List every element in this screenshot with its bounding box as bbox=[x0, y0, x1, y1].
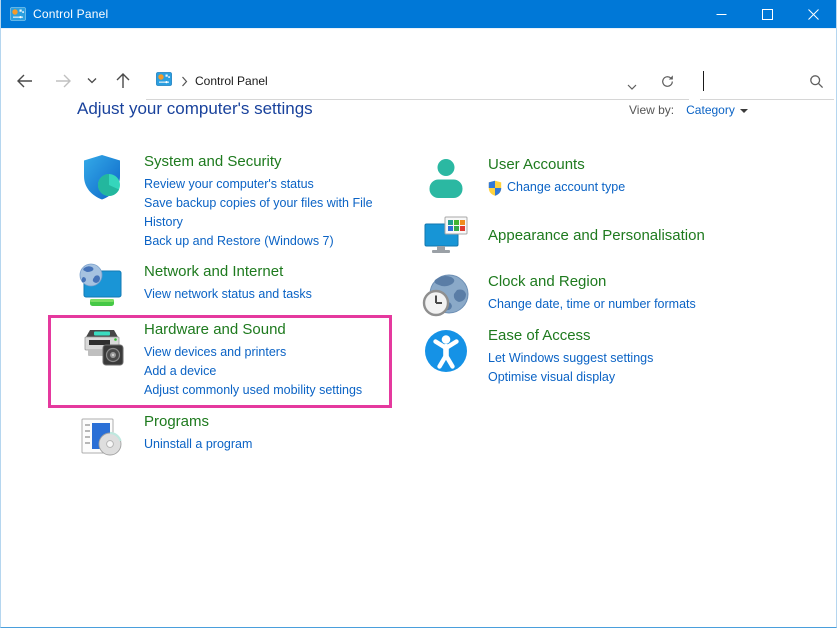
control-panel-icon bbox=[10, 6, 26, 22]
category-title[interactable]: Hardware and Sound bbox=[144, 320, 396, 340]
address-bar[interactable]: Control Panel bbox=[146, 63, 689, 100]
category-user-accounts[interactable]: User Accounts Change account type bbox=[421, 155, 778, 205]
view-by-value[interactable]: Category bbox=[686, 103, 735, 117]
page-title: Adjust your computer's settings bbox=[77, 99, 313, 119]
category-link[interactable]: Add a device bbox=[144, 362, 396, 381]
category-link[interactable]: Optimise visual display bbox=[488, 368, 778, 387]
category-clock-and-region[interactable]: Clock and Region Change date, time or nu… bbox=[421, 272, 778, 322]
breadcrumb-item[interactable]: Control Panel bbox=[195, 74, 268, 88]
category-programs[interactable]: Programs Uninstall a program bbox=[77, 412, 396, 462]
clock-globe-icon bbox=[421, 272, 471, 322]
category-link[interactable]: Change account type bbox=[488, 178, 778, 197]
category-ease-of-access[interactable]: Ease of Access Let Windows suggest setti… bbox=[421, 326, 778, 387]
category-title[interactable]: System and Security bbox=[144, 152, 396, 172]
up-button[interactable] bbox=[111, 69, 135, 93]
category-link[interactable]: Back up and Restore (Windows 7) bbox=[144, 232, 396, 251]
category-link[interactable]: Review your computer's status bbox=[144, 175, 396, 194]
category-system-and-security[interactable]: System and Security Review your computer… bbox=[77, 152, 396, 251]
printer-speaker-icon bbox=[77, 320, 127, 370]
category-link[interactable]: Let Windows suggest settings bbox=[488, 349, 778, 368]
category-link[interactable]: Uninstall a program bbox=[144, 435, 396, 454]
network-monitor-icon bbox=[77, 262, 127, 312]
programs-disc-icon bbox=[77, 412, 127, 462]
search-input[interactable] bbox=[700, 63, 834, 100]
category-title[interactable]: Network and Internet bbox=[144, 262, 396, 282]
category-title[interactable]: Programs bbox=[144, 412, 396, 432]
category-network-and-internet[interactable]: Network and Internet View network status… bbox=[77, 262, 396, 312]
minimize-icon[interactable] bbox=[698, 0, 744, 28]
shield-icon bbox=[77, 152, 127, 202]
category-link[interactable]: View devices and printers bbox=[144, 343, 396, 362]
navigation-bar: Control Panel bbox=[1, 28, 836, 76]
back-button[interactable] bbox=[13, 69, 37, 93]
category-appearance-and-personalisation[interactable]: Appearance and Personalisation bbox=[421, 212, 778, 262]
uac-shield-icon bbox=[488, 180, 502, 196]
window-title: Control Panel bbox=[33, 7, 108, 21]
category-link-label: Change account type bbox=[507, 178, 625, 197]
category-title[interactable]: Clock and Region bbox=[488, 272, 778, 292]
category-hardware-and-sound[interactable]: Hardware and Sound View devices and prin… bbox=[77, 320, 396, 400]
title-bar: Control Panel bbox=[1, 0, 836, 28]
control-panel-icon bbox=[156, 71, 172, 92]
chevron-down-icon bbox=[740, 109, 748, 113]
address-dropdown-chevron-icon[interactable] bbox=[627, 78, 637, 96]
category-link[interactable]: Adjust commonly used mobility settings bbox=[144, 381, 396, 400]
view-by-label: View by: bbox=[629, 103, 674, 117]
close-icon[interactable] bbox=[790, 0, 836, 28]
refresh-icon[interactable] bbox=[660, 74, 675, 94]
view-by-control: View by: Category bbox=[629, 103, 748, 117]
category-title[interactable]: Appearance and Personalisation bbox=[488, 226, 778, 246]
maximize-icon[interactable] bbox=[744, 0, 790, 28]
category-title[interactable]: User Accounts bbox=[488, 155, 778, 175]
category-link[interactable]: Change date, time or number formats bbox=[488, 295, 778, 314]
category-title[interactable]: Ease of Access bbox=[488, 326, 778, 346]
search-icon[interactable] bbox=[809, 74, 824, 94]
accessibility-icon bbox=[421, 326, 471, 376]
display-palette-icon bbox=[421, 212, 471, 262]
recent-pages-chevron-icon[interactable] bbox=[83, 69, 101, 93]
category-link[interactable]: View network status and tasks bbox=[144, 285, 396, 304]
text-caret bbox=[703, 71, 704, 91]
breadcrumb-chevron-icon[interactable] bbox=[181, 76, 188, 87]
user-icon bbox=[421, 155, 471, 205]
category-link[interactable]: Save backup copies of your files with Fi… bbox=[144, 194, 396, 232]
forward-button[interactable] bbox=[51, 69, 75, 93]
